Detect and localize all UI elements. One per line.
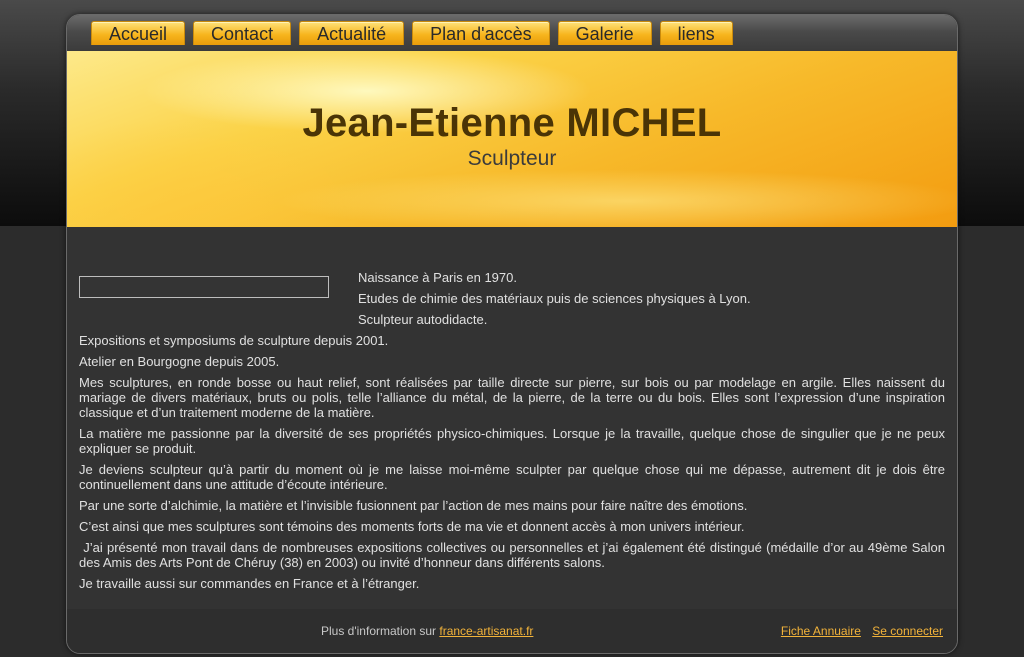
fiche-annuaire-link[interactable]: Fiche Annuaire xyxy=(781,624,861,638)
nav-tab-actualite[interactable]: Actualité xyxy=(299,21,405,45)
nav-tab-plan-acces[interactable]: Plan d'accès xyxy=(412,21,550,45)
bio-paragraph: Mes sculptures, en ronde bosse ou haut r… xyxy=(79,375,945,420)
bio-paragraph: Expositions et symposiums de sculpture d… xyxy=(79,333,389,348)
bio-paragraph: J’ai présenté mon travail dans de nombre… xyxy=(79,540,949,570)
footer: Plus d'information sur france-artisanat.… xyxy=(67,609,957,653)
bio-paragraph: Atelier en Bourgogne depuis 2005. xyxy=(79,354,280,369)
bio-paragraph: Je deviens sculpteur qu’à partir du mome… xyxy=(79,462,945,492)
se-connecter-link[interactable]: Se connecter xyxy=(872,624,943,638)
page-container: Accueil Contact Actualité Plan d'accès G… xyxy=(66,14,958,654)
site-subtitle: Sculpteur xyxy=(467,147,557,170)
site-title: Jean-Etienne MICHEL xyxy=(302,101,722,145)
nav-tab-galerie[interactable]: Galerie xyxy=(557,21,652,45)
portrait-image-placeholder xyxy=(79,276,329,298)
top-navigation: Accueil Contact Actualité Plan d'accès G… xyxy=(67,15,957,51)
main-content: Naissance à Paris en 1970. Etudes de chi… xyxy=(79,227,945,607)
nav-tab-liens[interactable]: liens xyxy=(659,21,733,45)
nav-tab-contact[interactable]: Contact xyxy=(193,21,292,45)
bio-paragraph: C’est ainsi que mes sculptures sont témo… xyxy=(79,519,745,534)
footer-links: Fiche Annuaire Se connecter xyxy=(781,624,943,638)
bio-paragraph: Par une sorte d’alchimie, la matière et … xyxy=(79,498,748,513)
nav-tab-accueil[interactable]: Accueil xyxy=(91,21,186,45)
footer-info-text: Plus d'information sur xyxy=(321,624,437,638)
bio-paragraph: La matière me passionne par la diversité… xyxy=(79,426,945,456)
bio-paragraph: Je travaille aussi sur commandes en Fran… xyxy=(79,576,420,591)
bio-paragraph: Sculpteur autodidacte. xyxy=(358,312,488,327)
bio-paragraph: Naissance à Paris en 1970. xyxy=(358,270,517,285)
nav-menu: Accueil Contact Actualité Plan d'accès G… xyxy=(91,21,741,45)
bio-paragraph: Etudes de chimie des matériaux puis de s… xyxy=(358,291,751,306)
footer-info: Plus d'information sur france-artisanat.… xyxy=(321,624,533,638)
france-artisanat-link[interactable]: france-artisanat.fr xyxy=(439,624,533,638)
header-banner: Jean-Etienne MICHEL Sculpteur xyxy=(67,51,957,227)
